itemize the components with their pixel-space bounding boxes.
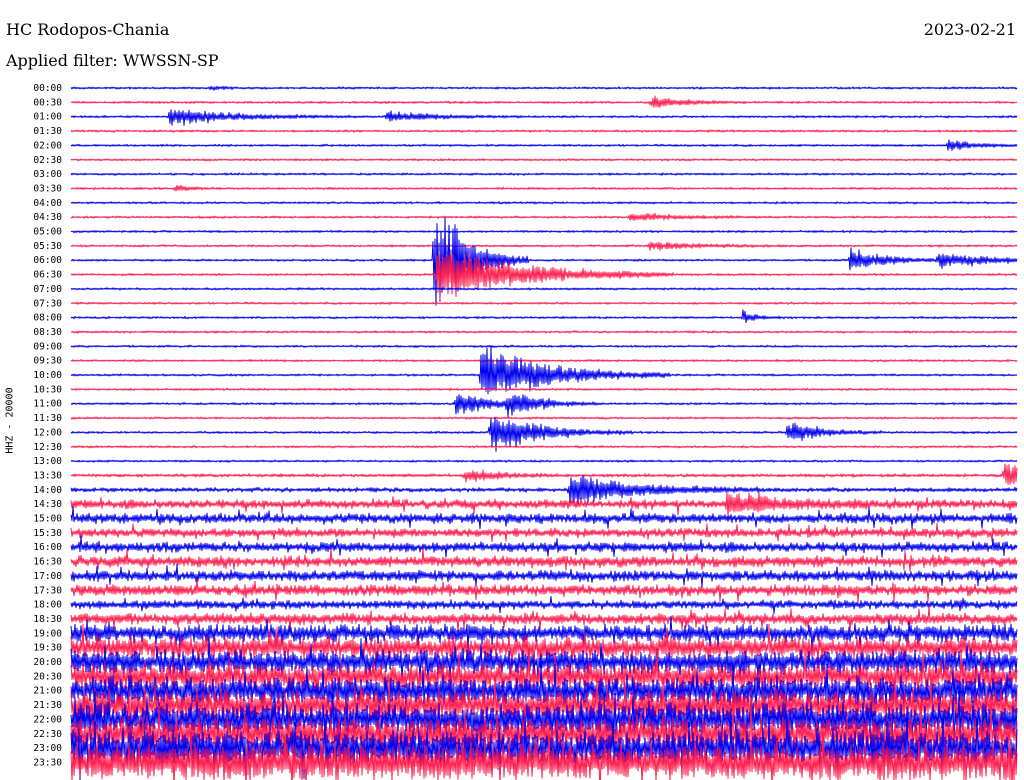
row-time-label: 22:00	[33, 714, 62, 725]
row-time-label: 22:30	[33, 729, 62, 740]
row-time-label: 00:30	[33, 97, 62, 108]
row-time-label: 08:30	[33, 327, 62, 338]
row-time-label: 05:00	[33, 227, 62, 238]
row-time-label: 10:30	[33, 384, 62, 395]
row-time-label: 01:30	[33, 126, 62, 137]
trace-row-1000	[70, 346, 1018, 395]
row-time-label: 19:00	[33, 628, 62, 639]
trace-row-1230	[70, 445, 1018, 449]
row-time-label: 10:00	[33, 370, 62, 381]
traces	[70, 85, 1018, 780]
row-time-label: 23:00	[33, 743, 62, 754]
trace-row-0430	[70, 212, 1018, 221]
row-time-label: 02:30	[33, 155, 62, 166]
trace-row-0400	[70, 201, 1018, 205]
row-time-label: 06:30	[33, 270, 62, 281]
row-time-label: 03:30	[33, 183, 62, 194]
row-time-label: 11:30	[33, 413, 62, 424]
row-time-label: 20:00	[33, 657, 62, 668]
trace-row-1100	[70, 394, 1018, 418]
row-time-label: 12:30	[33, 442, 62, 453]
row-time-label: 17:00	[33, 571, 62, 582]
row-time-label: 15:00	[33, 514, 62, 525]
trace-row-0730	[70, 301, 1018, 305]
row-time-label: 16:00	[33, 542, 62, 553]
row-time-label: 13:30	[33, 470, 62, 481]
trace-row-0900	[70, 344, 1018, 348]
trace-row-1300	[70, 459, 1018, 463]
trace-row-0100	[70, 109, 1018, 126]
row-labels: 00:00 00:30 01:00 01:30 02:00 02:30 03:00 03:30…	[33, 83, 62, 768]
row-time-label: 16:30	[33, 557, 62, 568]
row-time-label: 11:00	[33, 399, 62, 410]
row-time-label: 19:30	[33, 643, 62, 654]
trace-row-1730	[70, 578, 1018, 603]
row-time-label: 04:30	[33, 212, 62, 223]
trace-row-1400	[70, 475, 1018, 505]
trace-row-0330	[70, 184, 1018, 192]
row-time-label: 00:00	[33, 83, 62, 94]
row-time-label: 07:30	[33, 298, 62, 309]
row-time-label: 06:00	[33, 255, 62, 266]
trace-row-0830	[70, 330, 1018, 334]
trace-row-0930	[70, 358, 1018, 363]
trace-row-1600	[70, 535, 1018, 558]
trace-row-1530	[70, 522, 1018, 543]
row-time-label: 14:30	[33, 499, 62, 510]
row-time-label: 18:30	[33, 614, 62, 625]
row-time-label: 01:00	[33, 112, 62, 123]
row-time-label: 03:00	[33, 169, 62, 180]
trace-row-1430	[70, 491, 1018, 518]
row-time-label: 12:00	[33, 427, 62, 438]
trace-row-0700	[70, 287, 1018, 291]
helicorder-plot: 00:00 00:30 01:00 01:30 02:00 02:30 03:00 03:30…	[33, 83, 1018, 780]
trace-row-1330	[70, 463, 1018, 485]
row-time-label: 07:00	[33, 284, 62, 295]
trace-row-1700	[70, 563, 1018, 588]
trace-row-0030	[70, 95, 1018, 108]
trace-row-0500	[70, 229, 1018, 234]
row-time-label: 15:30	[33, 528, 62, 539]
trace-row-1630	[70, 547, 1018, 572]
row-time-label: 13:00	[33, 456, 62, 467]
trace-row-0130	[70, 129, 1018, 133]
row-time-label: 14:00	[33, 485, 62, 496]
trace-row-0300	[70, 172, 1018, 176]
row-time-label: 09:30	[33, 356, 62, 367]
row-time-label: 20:30	[33, 671, 62, 682]
row-time-label: 21:30	[33, 700, 62, 711]
row-time-label: 05:30	[33, 241, 62, 252]
trace-row-1500	[70, 506, 1018, 530]
trace-row-0530	[70, 241, 1018, 251]
trace-row-0200	[70, 139, 1018, 151]
row-time-label: 08:00	[33, 313, 62, 324]
trace-row-0000	[70, 85, 1018, 91]
row-time-label: 21:00	[33, 686, 62, 697]
trace-row-1130	[70, 416, 1018, 420]
trace-row-1800	[70, 596, 1018, 614]
row-time-label: 18:00	[33, 600, 62, 611]
trace-row-0800	[70, 309, 1018, 323]
trace-row-0230	[70, 158, 1018, 162]
row-time-label: 23:30	[33, 757, 62, 768]
row-time-label: 17:30	[33, 585, 62, 596]
trace-row-1030	[70, 387, 1018, 391]
row-time-label: 02:00	[33, 140, 62, 151]
row-time-label: 04:00	[33, 198, 62, 209]
row-time-label: 09:00	[33, 341, 62, 352]
